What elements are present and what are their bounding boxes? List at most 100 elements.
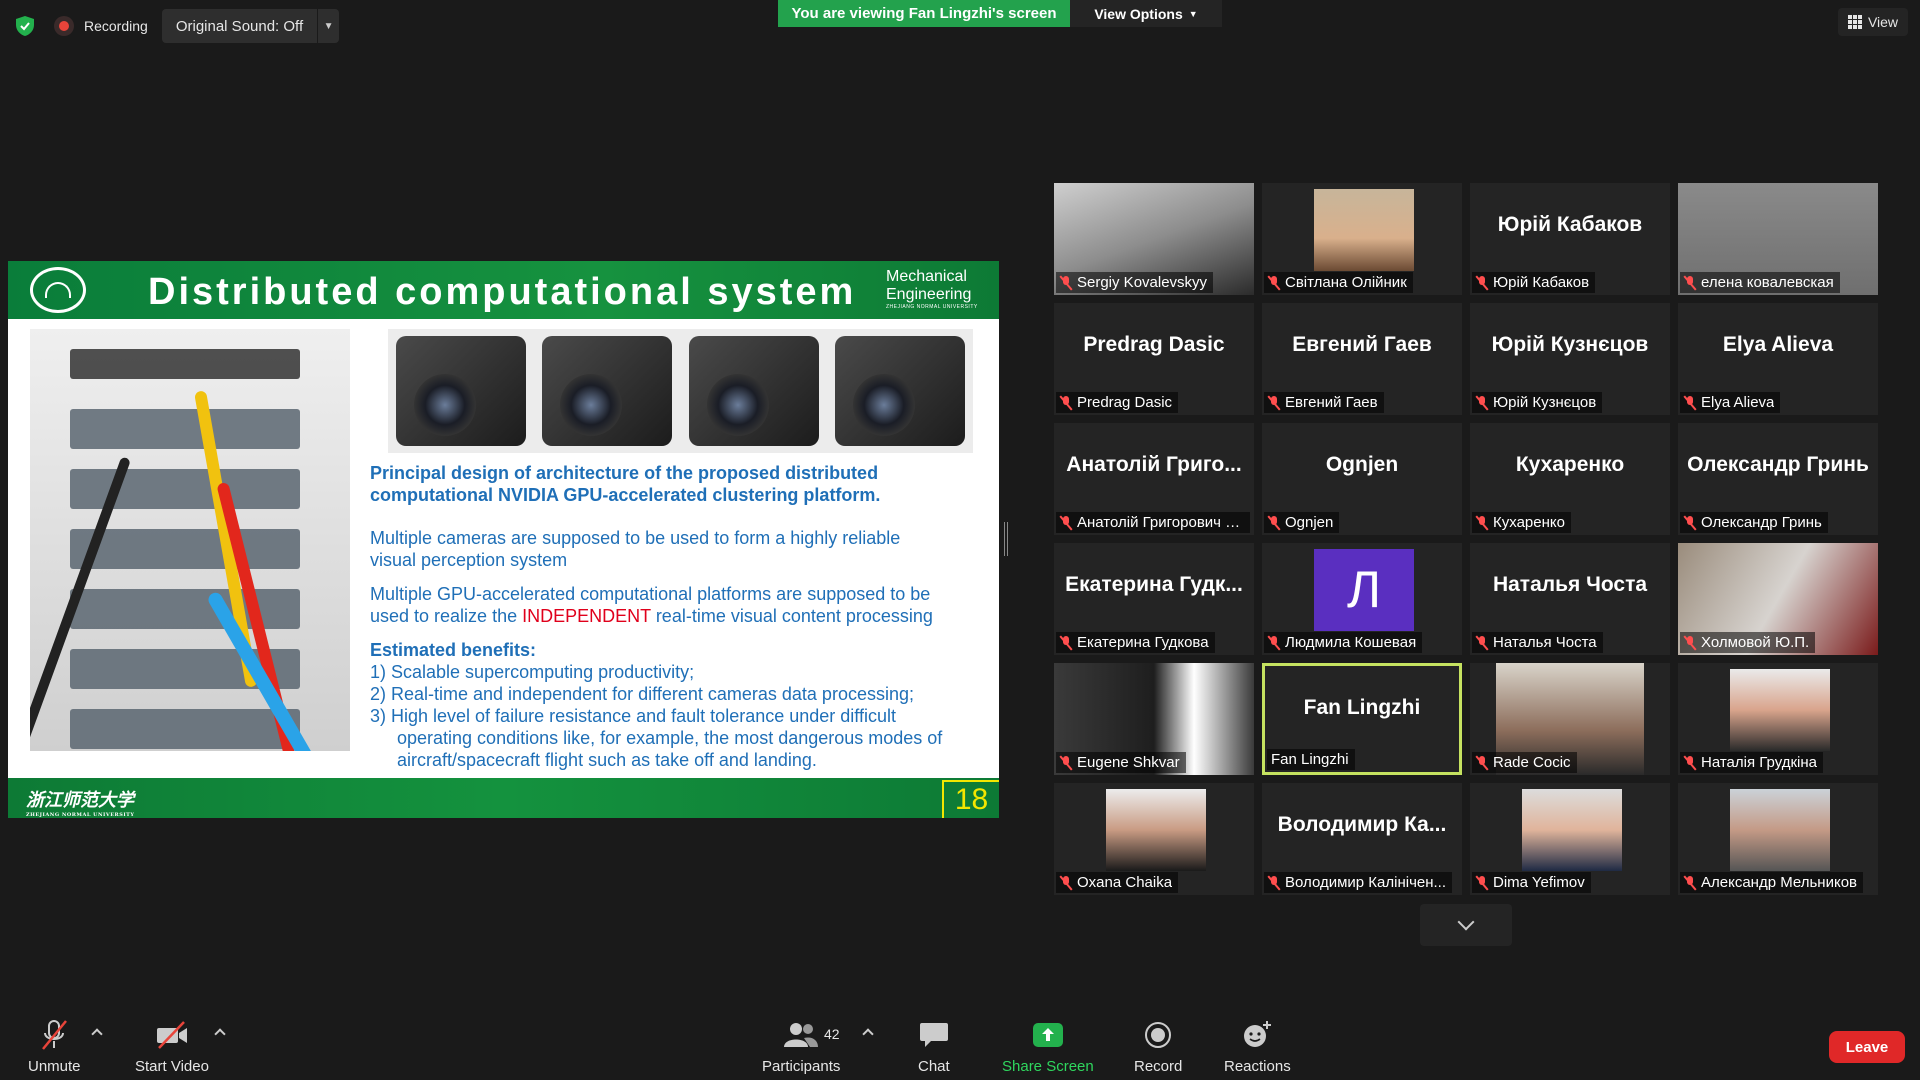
- cluster-rack-photo: [30, 329, 350, 751]
- para2-end: real-time visual content processing: [650, 606, 933, 626]
- participant-tile[interactable]: Predrag Dasic Predrag Dasic: [1054, 303, 1254, 415]
- slide-paragraph-1: Multiple cameras are supposed to be used…: [370, 528, 901, 570]
- participant-name: Людмила Кошевая: [1285, 634, 1417, 651]
- view-label: View: [1867, 14, 1899, 30]
- chat-button[interactable]: Chat: [918, 1018, 950, 1075]
- view-options-button[interactable]: View Options ▼: [1070, 0, 1222, 27]
- participant-name-label: Анатолій Григорович Де...: [1056, 512, 1250, 533]
- chevron-down-icon: ▼: [1188, 8, 1198, 19]
- participant-tile[interactable]: Наталія Грудкіна: [1678, 663, 1878, 775]
- participant-name-label: Rade Cocic: [1472, 752, 1577, 773]
- share-screen-label: Share Screen: [1002, 1058, 1094, 1075]
- chat-label: Chat: [918, 1058, 950, 1075]
- participant-name: Евгений Гаев: [1285, 394, 1378, 411]
- slide-title: Distributed computational system: [148, 271, 857, 313]
- participant-name-label: Oxana Chaika: [1056, 872, 1179, 893]
- mic-muted-icon: [1684, 515, 1696, 531]
- video-options-caret-icon[interactable]: [214, 1028, 226, 1040]
- mic-muted-icon: [1060, 395, 1072, 411]
- mic-muted-icon: [1684, 755, 1696, 771]
- splitter-handle[interactable]: [1004, 522, 1008, 556]
- participant-name: Олександр Гринь: [1701, 514, 1822, 531]
- benefit-item: 2) Real-time and independent for differe…: [370, 684, 914, 704]
- participant-name-label: Юрій Кабаков: [1472, 272, 1596, 293]
- participant-tile[interactable]: Александр Мельников: [1678, 783, 1878, 895]
- participant-tile[interactable]: Олександр Гринь Олександр Гринь: [1678, 423, 1878, 535]
- mic-muted-icon: [1476, 635, 1488, 651]
- participant-name-label: Юрій Кузнєцов: [1472, 392, 1603, 413]
- recording-indicator[interactable]: Recording: [54, 16, 148, 36]
- record-button[interactable]: Record: [1134, 1018, 1182, 1075]
- participant-display-name: Юрій Кузнєцов: [1491, 333, 1649, 356]
- mic-muted-icon: [1060, 755, 1072, 771]
- participant-tile[interactable]: Юрій Кабаков Юрій Кабаков: [1470, 183, 1670, 295]
- participants-icon: [784, 1018, 819, 1052]
- original-sound-control: Original Sound: Off ▼: [161, 9, 340, 43]
- participant-name-label: Dima Yefimov: [1472, 872, 1591, 893]
- recording-dot-icon: [54, 16, 74, 36]
- participant-tile[interactable]: Elya Alieva Elya Alieva: [1678, 303, 1878, 415]
- participant-name-label: Fan Lingzhi: [1267, 749, 1355, 770]
- participant-name: Elya Alieva: [1701, 394, 1775, 411]
- participant-tile[interactable]: Світлана Олійник: [1262, 183, 1462, 295]
- grid-view-icon: [1847, 15, 1862, 29]
- participant-tile[interactable]: Юрій Кузнєцов Юрій Кузнєцов: [1470, 303, 1670, 415]
- participant-name: Кухаренко: [1493, 514, 1565, 531]
- view-button[interactable]: View: [1838, 8, 1908, 36]
- mic-muted-icon: [1268, 515, 1280, 531]
- record-icon: [1144, 1018, 1172, 1052]
- participant-tile[interactable]: Кухаренко Кухаренко: [1470, 423, 1670, 535]
- start-video-button[interactable]: Start Video: [135, 1018, 209, 1075]
- participant-tile[interactable]: Sergiy Kovalevskyy: [1054, 183, 1254, 295]
- mic-muted-icon: [1476, 275, 1488, 291]
- participant-tile[interactable]: Fan Lingzhi Fan Lingzhi: [1262, 663, 1462, 775]
- viewing-screen-banner: You are viewing Fan Lingzhi's screen: [778, 0, 1070, 27]
- participant-tile[interactable]: Володимир Ка... Володимир Калінічен...: [1262, 783, 1462, 895]
- participant-name: Наталья Чоста: [1493, 634, 1597, 651]
- mic-muted-icon: [1060, 275, 1072, 291]
- participant-tile[interactable]: Oxana Chaika: [1054, 783, 1254, 895]
- mic-muted-icon: [1060, 515, 1072, 531]
- participant-name-label: елена ковалевская: [1680, 272, 1840, 293]
- dept-line1: Mechanical: [886, 268, 967, 285]
- participant-name: Юрій Кабаков: [1493, 274, 1590, 291]
- participant-tile[interactable]: Ognjen Ognjen: [1262, 423, 1462, 535]
- participant-tile[interactable]: Л Людмила Кошевая: [1262, 543, 1462, 655]
- unmute-button[interactable]: Unmute: [28, 1018, 81, 1075]
- participant-tile[interactable]: Холмовой Ю.П.: [1678, 543, 1878, 655]
- participant-tile[interactable]: елена ковалевская: [1678, 183, 1878, 295]
- share-screen-button[interactable]: Share Screen: [1002, 1018, 1094, 1075]
- participants-caret-icon[interactable]: [862, 1028, 874, 1040]
- participant-name: елена ковалевская: [1701, 274, 1834, 291]
- chat-icon: [919, 1018, 949, 1052]
- participant-display-name: Евгений Гаев: [1292, 333, 1432, 356]
- mic-muted-icon: [1268, 875, 1280, 891]
- benefit-item: 1) Scalable supercomputing productivity;: [370, 662, 695, 682]
- participant-display-name: Наталья Чоста: [1492, 573, 1648, 596]
- top-left-controls: Recording Original Sound: Off ▼: [14, 9, 340, 43]
- participant-tile[interactable]: Eugene Shkvar: [1054, 663, 1254, 775]
- audio-options-caret-icon[interactable]: [91, 1028, 103, 1040]
- participant-display-name: Elya Alieva: [1722, 333, 1834, 356]
- leave-button[interactable]: Leave: [1829, 1031, 1905, 1063]
- participant-tile[interactable]: Rade Cocic: [1470, 663, 1670, 775]
- participant-tile[interactable]: Екатерина Гудк... Екатерина Гудкова: [1054, 543, 1254, 655]
- view-options-label: View Options: [1094, 5, 1183, 22]
- participant-tile[interactable]: Анатолій Григо... Анатолій Григорович Де.…: [1054, 423, 1254, 535]
- participant-name-label: Eugene Shkvar: [1056, 752, 1186, 773]
- meeting-toolbar: Unmute Start Video Participants 42 Chat: [0, 1004, 1920, 1080]
- participant-tile[interactable]: Dima Yefimov: [1470, 783, 1670, 895]
- slide-header: Distributed computational system Mechani…: [8, 261, 999, 319]
- participant-gallery: Sergiy Kovalevskyy Світлана Олійник Юрій К…: [1054, 183, 1880, 898]
- mic-muted-icon: [1684, 875, 1696, 891]
- participant-tile[interactable]: Наталья Чоста Наталья Чоста: [1470, 543, 1670, 655]
- reactions-button[interactable]: Reactions: [1224, 1018, 1291, 1075]
- gallery-next-page-button[interactable]: [1420, 904, 1512, 946]
- original-sound-dropdown-icon[interactable]: ▼: [317, 9, 340, 43]
- participant-name: Світлана Олійник: [1285, 274, 1407, 291]
- participant-name: Екатерина Гудкова: [1077, 634, 1209, 651]
- encryption-shield-icon[interactable]: [14, 15, 36, 37]
- original-sound-button[interactable]: Original Sound: Off: [161, 9, 318, 43]
- participant-tile[interactable]: Евгений Гаев Евгений Гаев: [1262, 303, 1462, 415]
- slide-department: Mechanical Engineering ZHEJIANG NORMAL U…: [886, 268, 978, 310]
